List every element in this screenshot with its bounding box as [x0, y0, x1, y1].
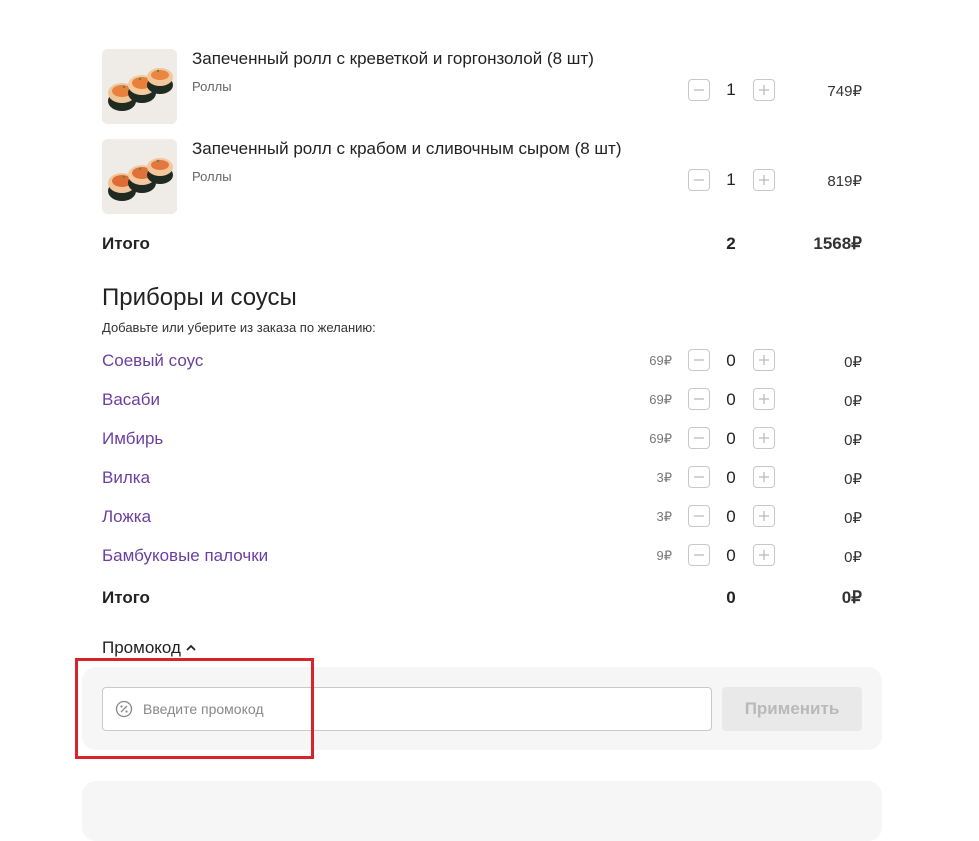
next-section-panel — [82, 781, 882, 841]
extra-price: 0₽ — [844, 549, 862, 566]
extra-price: 0₽ — [844, 354, 862, 371]
decrease-quantity-button[interactable] — [688, 505, 710, 527]
extra-unit-price: 69₽ — [649, 353, 672, 368]
product-category: Роллы — [192, 169, 232, 184]
minus-icon — [694, 476, 704, 478]
increase-quantity-button[interactable] — [753, 169, 775, 191]
minus-icon — [694, 437, 704, 439]
promo-toggle-label: Промокод — [102, 638, 181, 657]
extra-unit-price: 9₽ — [656, 548, 672, 563]
decrease-quantity-button[interactable] — [688, 427, 710, 449]
product-image[interactable] — [102, 139, 177, 214]
extra-price: 0₽ — [844, 510, 862, 527]
quantity-value: 0 — [726, 546, 736, 565]
quantity-value: 0 — [726, 507, 736, 526]
apply-promo-button[interactable]: Применить — [722, 687, 862, 731]
increase-quantity-button[interactable] — [753, 505, 775, 527]
extra-price: 0₽ — [844, 432, 862, 449]
decrease-quantity-button[interactable] — [688, 388, 710, 410]
minus-icon — [694, 515, 704, 517]
plus-icon — [759, 175, 769, 185]
decrease-quantity-button[interactable] — [688, 169, 710, 191]
plus-icon — [759, 550, 769, 560]
products-total-qty: 2 — [726, 234, 736, 253]
extra-price: 0₽ — [844, 393, 862, 410]
minus-icon — [694, 554, 704, 556]
quantity-value: 0 — [726, 390, 736, 409]
product-name[interactable]: Запеченный ролл с креветкой и горгонзоло… — [192, 49, 594, 69]
increase-quantity-button[interactable] — [753, 427, 775, 449]
increase-quantity-button[interactable] — [753, 349, 775, 371]
extra-name[interactable]: Имбирь — [102, 429, 163, 449]
extra-price: 0₽ — [844, 471, 862, 488]
increase-quantity-button[interactable] — [753, 544, 775, 566]
extra-name[interactable]: Васаби — [102, 390, 160, 410]
sushi-roll-image — [102, 139, 177, 214]
extra-unit-price: 3₽ — [656, 470, 672, 485]
decrease-quantity-button[interactable] — [688, 544, 710, 566]
increase-quantity-button[interactable] — [753, 388, 775, 410]
products-total-price: 1568₽ — [813, 234, 862, 253]
product-name[interactable]: Запеченный ролл с крабом и сливочным сыр… — [192, 139, 622, 159]
minus-icon — [694, 359, 704, 361]
item-price: 749₽ — [827, 83, 862, 100]
highlight-box — [75, 658, 314, 759]
quantity-value: 0 — [726, 429, 736, 448]
plus-icon — [759, 472, 769, 482]
quantity-value: 0 — [726, 468, 736, 487]
extra-unit-price: 3₽ — [656, 509, 672, 524]
plus-icon — [759, 433, 769, 443]
product-category: Роллы — [192, 79, 232, 94]
decrease-quantity-button[interactable] — [688, 349, 710, 371]
extra-name[interactable]: Ложка — [102, 507, 151, 527]
decrease-quantity-button[interactable] — [688, 79, 710, 101]
product-image[interactable] — [102, 49, 177, 124]
plus-icon — [759, 394, 769, 404]
chevron-up-icon — [186, 644, 196, 651]
increase-quantity-button[interactable] — [753, 79, 775, 101]
increase-quantity-button[interactable] — [753, 466, 775, 488]
extra-unit-price: 69₽ — [649, 392, 672, 407]
plus-icon — [759, 85, 769, 95]
item-price: 819₽ — [827, 173, 862, 190]
plus-icon — [759, 511, 769, 521]
extras-subtitle: Добавьте или уберите из заказа по желани… — [102, 320, 376, 335]
extra-unit-price: 69₽ — [649, 431, 672, 446]
quantity-value: 1 — [726, 80, 736, 99]
extra-name[interactable]: Бамбуковые палочки — [102, 546, 268, 566]
minus-icon — [694, 89, 704, 91]
minus-icon — [694, 398, 704, 400]
quantity-value: 1 — [726, 170, 736, 189]
plus-icon — [759, 355, 769, 365]
extras-total-label: Итого — [102, 588, 150, 607]
promo-toggle[interactable]: Промокод — [102, 638, 197, 658]
quantity-value: 0 — [726, 351, 736, 370]
products-total-label: Итого — [102, 234, 150, 253]
extra-name[interactable]: Соевый соус — [102, 351, 203, 371]
extras-total-price: 0₽ — [841, 588, 862, 607]
minus-icon — [694, 179, 704, 181]
decrease-quantity-button[interactable] — [688, 466, 710, 488]
extras-title: Приборы и соусы — [102, 284, 297, 311]
extra-name[interactable]: Вилка — [102, 468, 150, 488]
sushi-roll-image — [102, 49, 177, 124]
extras-total-qty: 0 — [726, 588, 736, 607]
